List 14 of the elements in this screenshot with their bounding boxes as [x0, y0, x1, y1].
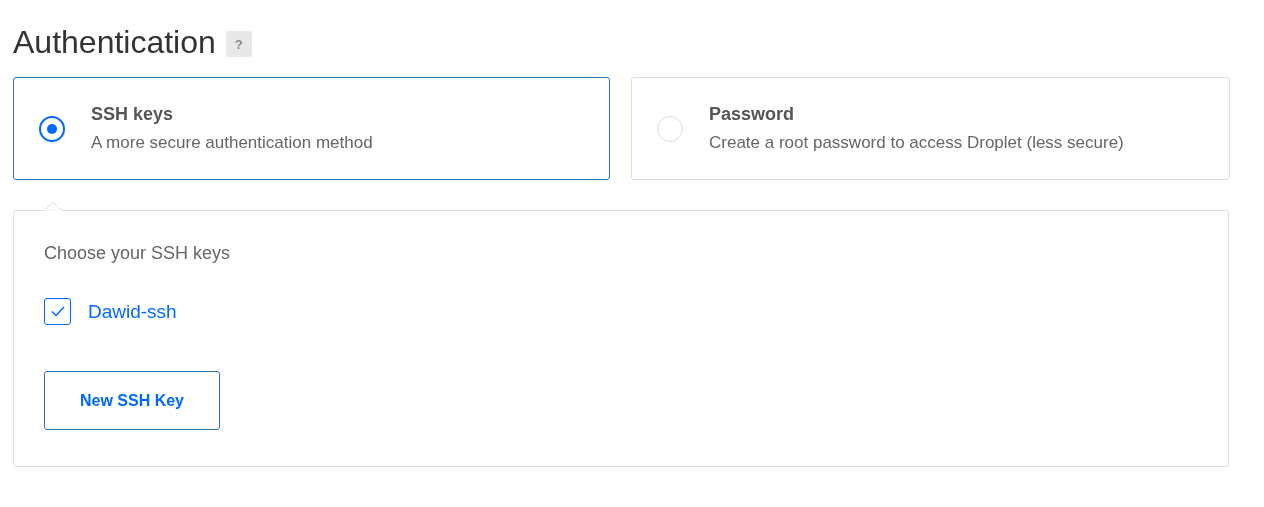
- radio-button[interactable]: [39, 115, 65, 142]
- auth-option-card[interactable]: SSH keys A more secure authentication method: [13, 77, 610, 180]
- checkbox[interactable]: [44, 298, 71, 325]
- check-icon: [50, 306, 65, 317]
- option-description: Create a root password to access Droplet (less secure): [709, 133, 1124, 153]
- panel-label: Choose your SSH keys: [44, 243, 231, 264]
- option-title: Password: [709, 104, 796, 125]
- section-title: Authentication: [13, 23, 216, 61]
- option-title: SSH keys: [91, 104, 175, 125]
- new-ssh-key-button[interactable]: New SSH Key: [44, 371, 220, 430]
- option-description: A more secure authentication method: [91, 133, 373, 153]
- help-button[interactable]: ?: [225, 31, 252, 57]
- auth-option-card[interactable]: Password Create a root password to access Droplet (less secure): [631, 77, 1230, 180]
- ssh-key-name[interactable]: Dawid-ssh: [88, 300, 177, 323]
